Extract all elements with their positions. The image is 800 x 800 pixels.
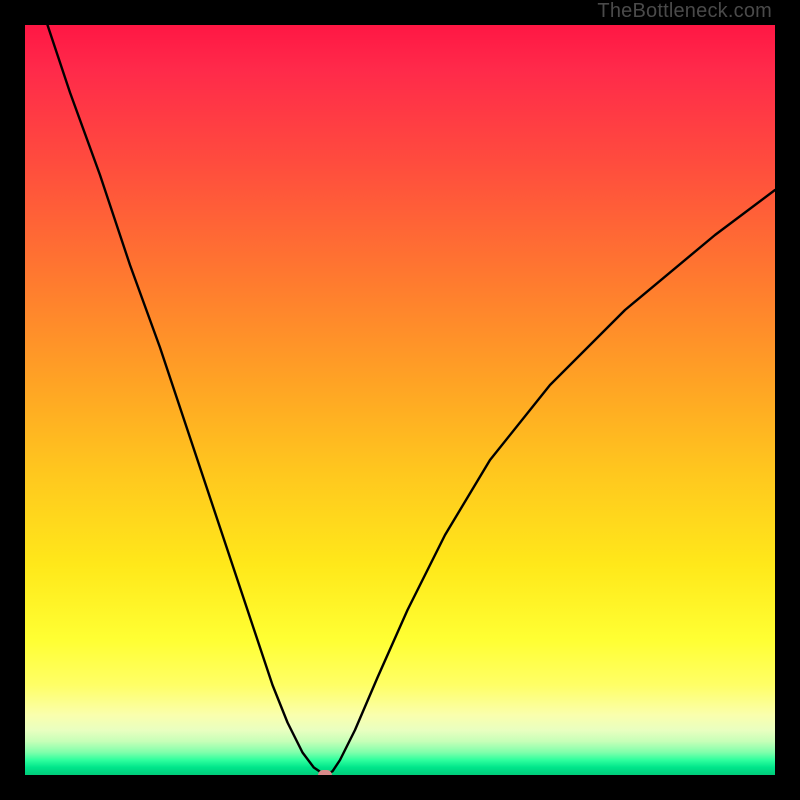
optimum-marker (318, 770, 332, 775)
plot-area (25, 25, 775, 775)
chart-frame: TheBottleneck.com (0, 0, 800, 800)
curve-svg (25, 25, 775, 775)
watermark-text: TheBottleneck.com (597, 0, 772, 23)
bottleneck-curve (48, 25, 776, 775)
